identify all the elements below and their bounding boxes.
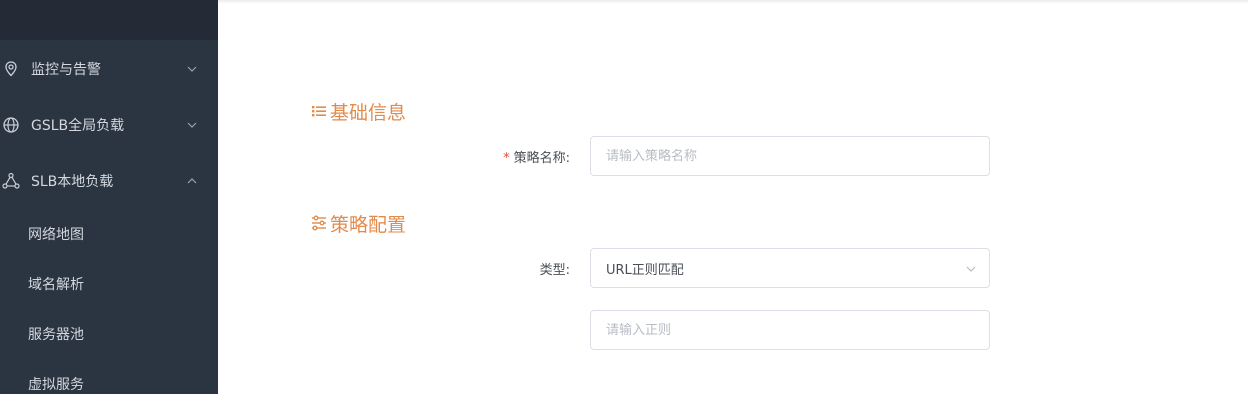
sidebar-item-network-map[interactable]: 网络地图 [0,209,218,259]
chevron-down-icon [187,122,197,128]
sidebar-group-label: SLB本地负载 [31,174,114,190]
chevron-down-icon [966,266,976,272]
list-icon [312,106,326,117]
type-select[interactable]: URL正则匹配 [590,248,990,288]
sidebar-header [0,0,218,40]
sidebar-group-slb[interactable]: SLB本地负载 [0,153,218,209]
section-title-text: 基础信息 [330,101,407,124]
sidebar-group-label: GSLB全局负载 [31,118,125,134]
regex-field[interactable] [590,310,990,350]
sidebar: 监控与告警 GSLB全局负载 SLB本地负载 网络地图 域名解析 服务器池 虚拟… [0,0,218,394]
sliders-icon [312,215,326,231]
policy-name-label: * 策略名称: [370,147,570,166]
type-select-value: URL正则匹配 [606,262,684,278]
globe-icon [3,117,19,133]
type-label: 类型: [539,263,570,278]
sidebar-item-label: 服务器池 [28,327,84,343]
sidebar-item-server-pool[interactable]: 服务器池 [0,309,218,359]
policy-name-field[interactable] [590,136,990,176]
required-mark: * [503,151,510,166]
sidebar-group-monitoring[interactable]: 监控与告警 [0,41,218,97]
policy-name-input[interactable] [606,148,966,164]
chevron-up-icon [187,178,197,184]
sidebar-item-dns-resolution[interactable]: 域名解析 [0,259,218,309]
sidebar-item-label: 虚拟服务 [28,377,84,393]
sidebar-item-virtual-service[interactable]: 虚拟服务 [0,359,218,409]
section-title-text: 策略配置 [330,213,407,236]
header-shadow [218,0,1248,4]
sidebar-group-label: 监控与告警 [31,62,101,78]
section-title-basic-info: 基础信息 [310,99,407,124]
sidebar-item-label: 域名解析 [28,277,84,293]
section-title-policy-config: 策略配置 [310,211,407,236]
policy-name-label-text: 策略名称: [513,151,570,166]
sidebar-group-gslb[interactable]: GSLB全局负载 [0,97,218,153]
sidebar-item-label: 网络地图 [28,227,84,243]
regex-input[interactable] [606,322,966,338]
location-pin-icon [5,61,17,77]
chevron-down-icon [187,66,197,72]
network-nodes-icon [2,172,20,189]
